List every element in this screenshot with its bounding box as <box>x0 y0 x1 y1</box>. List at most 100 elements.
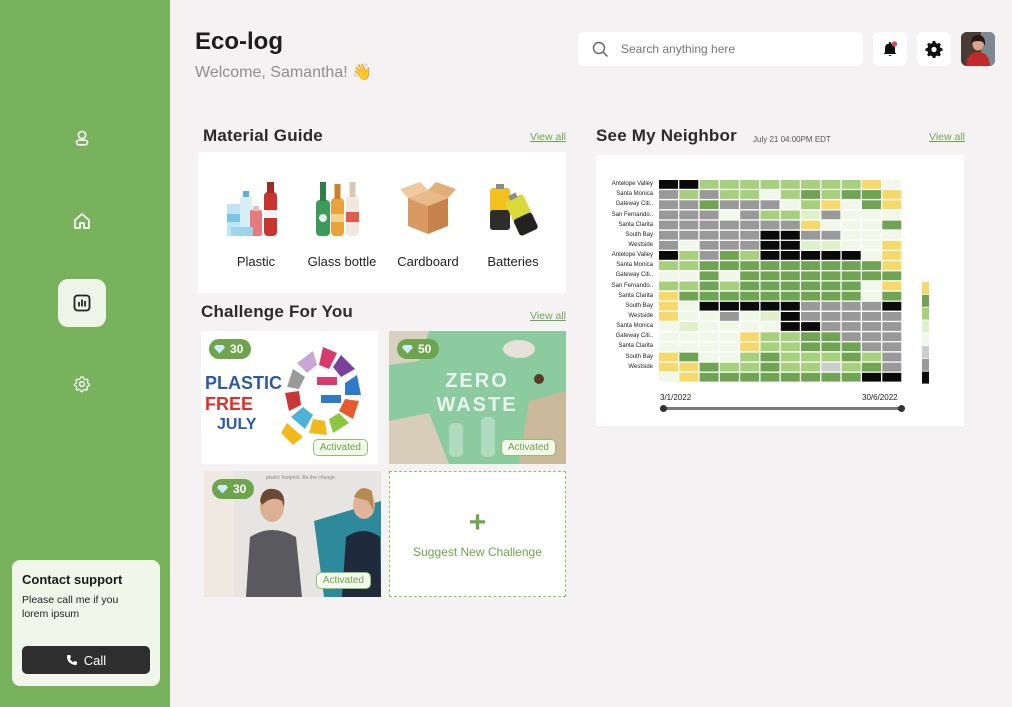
material-item-glass-bottle[interactable]: Glass bottle <box>299 174 385 269</box>
legend-swatch <box>922 307 929 320</box>
heatmap-cell <box>679 240 699 250</box>
heatmap-cell <box>841 362 861 372</box>
heatmap-cell <box>719 240 739 250</box>
heatmap-cell <box>780 312 800 321</box>
heatmap-cell <box>760 322 780 331</box>
heatmap-cell <box>719 342 739 352</box>
heatmap-cell <box>801 210 821 220</box>
heatmap-cell <box>679 291 699 301</box>
heatmap-cell <box>740 271 760 281</box>
heatmap-cell <box>882 362 902 372</box>
heatmap-cell <box>841 251 861 260</box>
heatmap-cell <box>882 251 902 260</box>
neighbor-view-all-link[interactable]: View all <box>929 131 965 143</box>
sidebar-item-stats[interactable] <box>58 279 106 327</box>
material-item-plastic[interactable]: Plastic <box>213 174 299 269</box>
heatmap-cell <box>801 240 821 250</box>
heatmap-cell <box>740 251 760 260</box>
slider-end-handle[interactable] <box>898 405 905 412</box>
settings-button[interactable] <box>917 32 951 66</box>
heatmap-cell <box>740 352 760 362</box>
challenges-view-all-link[interactable]: View all <box>530 310 566 322</box>
heatmap-cell <box>740 210 760 220</box>
heatmap-cell <box>801 301 821 311</box>
date-range-slider[interactable] <box>663 407 901 410</box>
heatmap-cell <box>821 210 841 220</box>
material-guide-title: Material Guide <box>203 126 323 145</box>
heatmap-cell <box>841 352 861 362</box>
sidebar-item-profile[interactable] <box>58 114 106 162</box>
heatmap-cell <box>679 210 699 220</box>
legend-swatch <box>922 371 929 384</box>
support-text: Please call me if you lorem ipsum <box>22 594 119 620</box>
heatmap-cell <box>740 230 760 240</box>
heatmap-cell <box>719 230 739 240</box>
heatmap-cell <box>841 281 861 291</box>
heatmap-cell <box>801 190 821 199</box>
heatmap-cell <box>801 352 821 362</box>
neighbor-timestamp: July 21 04:00PM EDT <box>753 135 831 144</box>
heatmap-cell <box>679 362 699 372</box>
heatmap-cell <box>862 291 881 301</box>
suggest-new-challenge-button[interactable]: + Suggest New Challenge <box>389 471 566 597</box>
heatmap-cell <box>780 332 800 342</box>
svg-text:plastic footprint. Be the chan: plastic footprint. Be the change. <box>266 475 336 481</box>
slider-start-handle[interactable] <box>660 405 667 412</box>
heatmap-cell <box>801 230 821 240</box>
heatmap-cell <box>841 230 861 240</box>
heatmap-cell <box>801 271 821 281</box>
user-avatar[interactable] <box>961 32 995 66</box>
heatmap-cell <box>740 362 760 372</box>
heatmap-cell <box>841 180 861 189</box>
heatmap-cell <box>780 261 800 270</box>
search-input[interactable] <box>621 42 841 56</box>
heatmap-cell <box>699 251 719 260</box>
plastic-bottles-icon <box>227 182 277 236</box>
heatmap-cell <box>659 322 678 331</box>
heatmap-cell <box>801 332 821 342</box>
heatmap-cell <box>862 332 881 342</box>
heatmap-cell <box>659 180 678 189</box>
gem-icon <box>217 484 228 494</box>
challenge-card-plastic-footprint[interactable]: plastic footprint. Be the change. 30 Act… <box>204 471 381 597</box>
activated-badge: Activated <box>500 439 556 456</box>
heatmap-cell <box>841 210 861 220</box>
heatmap-cell <box>841 261 861 270</box>
heatmap-cell <box>841 291 861 301</box>
notifications-button[interactable] <box>873 32 907 66</box>
points-value: 50 <box>418 342 432 356</box>
legend-swatch <box>922 358 929 371</box>
heatmap-cell <box>740 190 760 199</box>
heatmap-cell <box>679 281 699 291</box>
material-item-cardboard[interactable]: Cardboard <box>385 174 471 269</box>
start-date-label: 3/1/2022 <box>660 393 692 402</box>
heatmap-cell <box>841 312 861 321</box>
svg-text:JULY: JULY <box>217 416 257 433</box>
heatmap-cell <box>780 291 800 301</box>
challenge-card-plastic-free-july[interactable]: PLASTIC FREE JULY 30 Activated <box>201 331 378 464</box>
heatmap-cell <box>801 200 821 210</box>
heatmap-cell <box>659 261 678 270</box>
call-button[interactable]: Call <box>22 646 150 674</box>
heatmap-cell <box>719 281 739 291</box>
sidebar-item-settings[interactable] <box>58 360 106 408</box>
heatmap-cell <box>699 190 719 199</box>
sidebar-item-home[interactable] <box>58 197 106 245</box>
challenge-card-zero-waste[interactable]: ZERO WASTE 50 Activated <box>389 331 566 464</box>
heatmap-cell <box>801 322 821 331</box>
material-item-batteries[interactable]: Batteries <box>470 174 556 269</box>
material-guide-view-all-link[interactable]: View all <box>530 131 566 143</box>
heatmap-cell <box>719 372 739 382</box>
heatmap-cell <box>699 220 719 230</box>
heatmap-cell <box>699 281 719 291</box>
heatmap-cell <box>760 180 780 189</box>
heatmap-cell <box>841 301 861 311</box>
search-bar[interactable] <box>578 32 863 66</box>
heatmap-cell <box>760 342 780 352</box>
heatmap-cell <box>882 291 902 301</box>
heatmap-cell <box>821 342 841 352</box>
heatmap-cell <box>882 190 902 199</box>
heatmap-cell <box>801 180 821 189</box>
heatmap-cell <box>659 312 678 321</box>
search-icon <box>592 41 609 57</box>
